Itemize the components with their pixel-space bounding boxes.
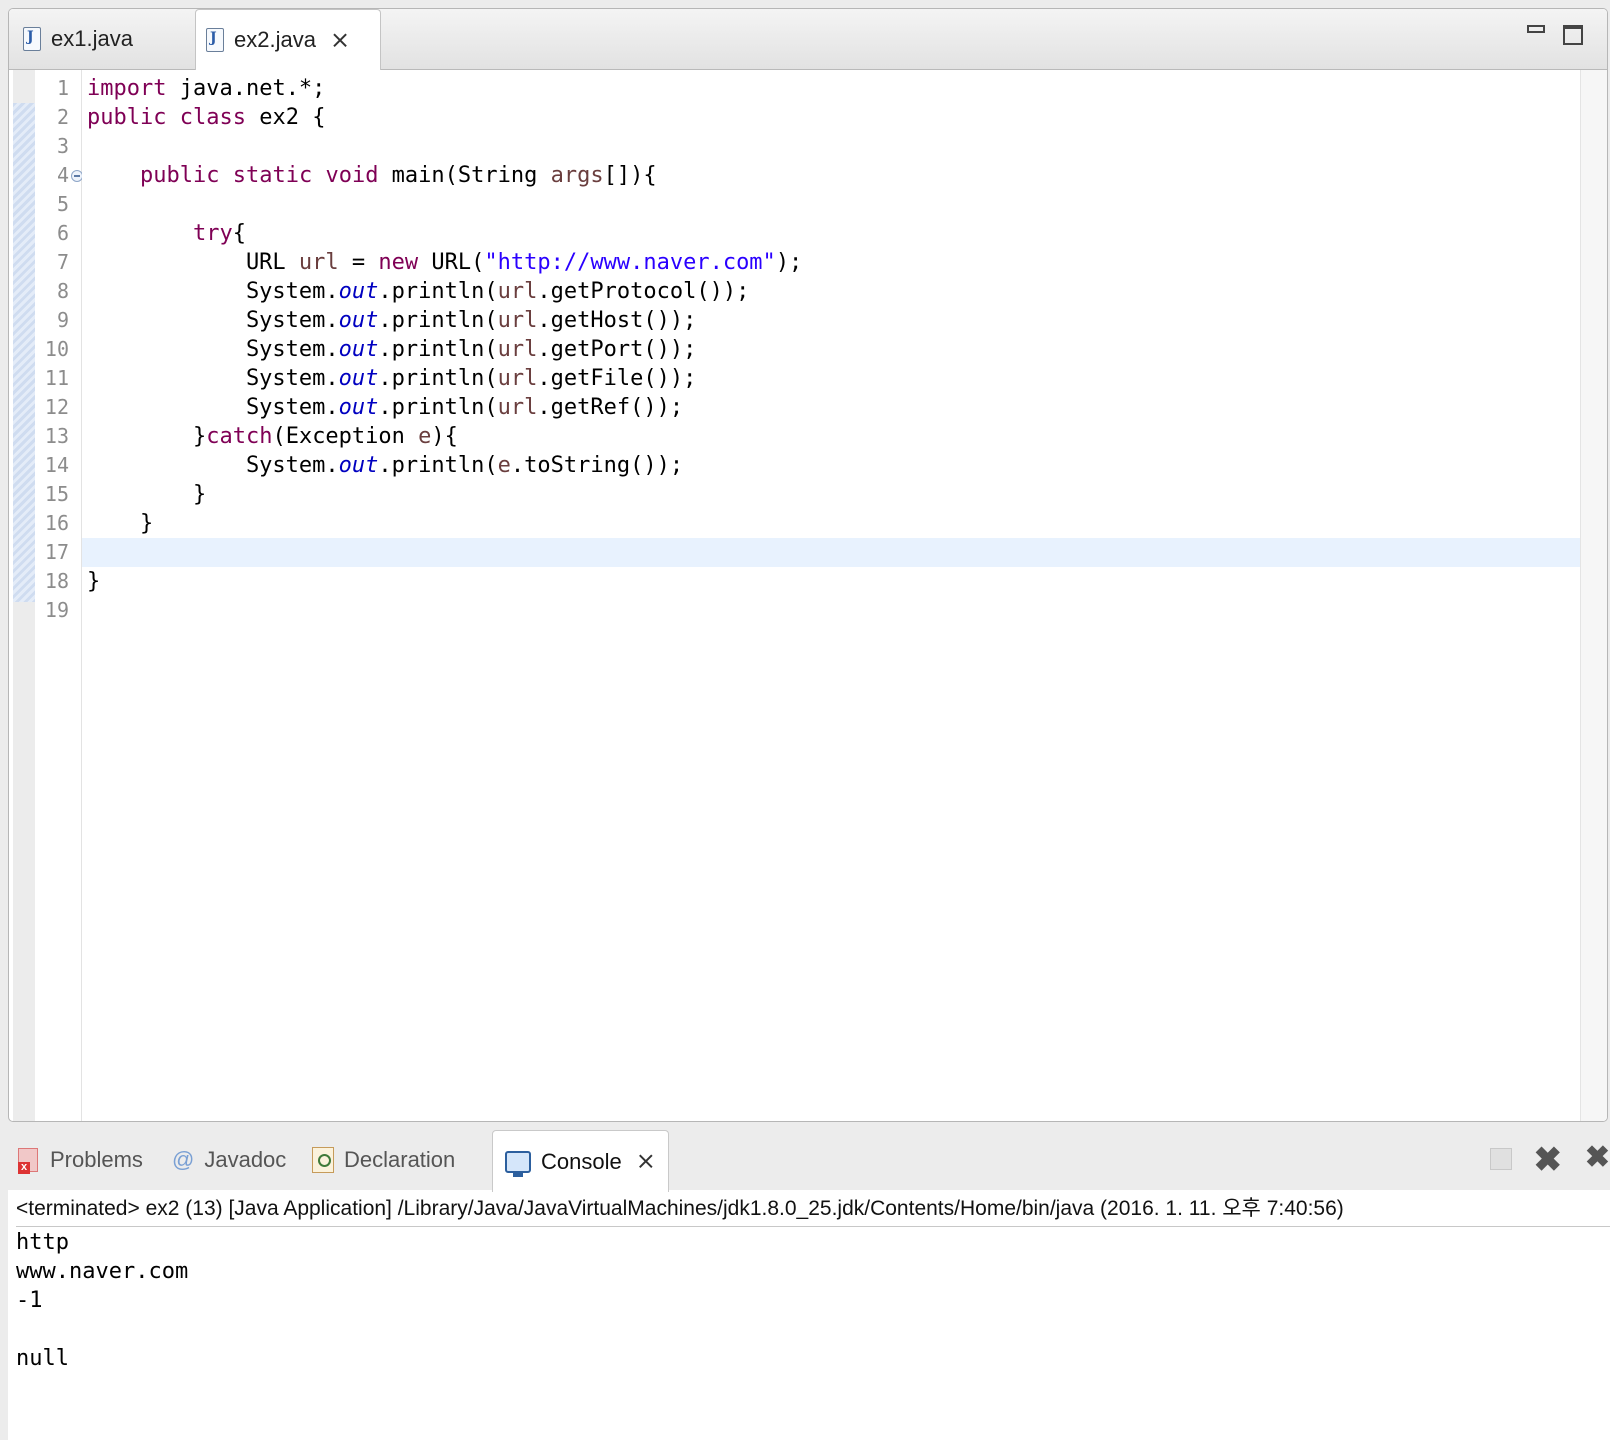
- tab-label: Javadoc: [204, 1147, 287, 1172]
- line-number: 17: [44, 540, 69, 564]
- code-line: System.out.println(url.getProtocol());: [87, 279, 750, 304]
- change-marker: [13, 103, 35, 602]
- console-tab-bar: Problems @ Javadoc Declaration Console ⨯…: [8, 1130, 1610, 1192]
- tab-label: ex1.java: [51, 26, 133, 51]
- tab-ex2-java[interactable]: ex2.java ⨯: [195, 9, 381, 70]
- console-pane: Problems @ Javadoc Declaration Console ⨯…: [8, 1130, 1610, 1440]
- console-output[interactable]: http www.naver.com -1 null: [16, 1228, 1610, 1373]
- code-line: }: [87, 569, 101, 594]
- close-icon[interactable]: ⨯: [636, 1147, 656, 1176]
- code-line: import java.net.*;: [87, 76, 326, 101]
- quick-diff-ruler: [13, 70, 35, 1121]
- code-line: System.out.println(url.getFile());: [87, 366, 697, 391]
- tab-problems[interactable]: Problems: [16, 1130, 143, 1190]
- line-number: 12: [44, 395, 69, 419]
- code-line: public class ex2 {: [87, 105, 326, 130]
- code-line: System.out.println(url.getHost());: [87, 308, 697, 333]
- code-line: System.out.println(url.getPort());: [87, 337, 697, 362]
- problems-icon: [16, 1146, 40, 1174]
- line-number: 8: [56, 279, 69, 303]
- declaration-icon: [312, 1147, 334, 1173]
- line-number: 13: [44, 424, 69, 448]
- line-number: 1: [56, 76, 69, 100]
- maximize-button[interactable]: [1563, 25, 1583, 45]
- code-line: }catch(Exception e){: [87, 424, 458, 449]
- code-line: System.out.println(url.getRef());: [87, 395, 684, 420]
- current-line-highlight: [82, 538, 1581, 567]
- tab-console[interactable]: Console ⨯: [492, 1130, 669, 1192]
- javadoc-icon: @: [172, 1147, 195, 1172]
- tab-label: Console: [541, 1148, 622, 1174]
- console-output-line: -1: [16, 1288, 43, 1313]
- line-number: 11: [44, 366, 69, 390]
- clear-console-icon[interactable]: [1490, 1148, 1512, 1170]
- console-output-line: http: [16, 1230, 69, 1255]
- line-number: 2: [56, 105, 69, 129]
- line-number: 4: [56, 163, 69, 187]
- java-file-icon: [206, 28, 224, 52]
- line-number: 14: [44, 453, 69, 477]
- minimize-button[interactable]: [1527, 25, 1545, 33]
- code-line: System.out.println(e.toString());: [87, 453, 684, 478]
- editor-tab-bar: ex1.java ex2.java ⨯: [9, 9, 1607, 70]
- code-line: public static void main(String args[]){: [139, 163, 657, 188]
- line-number: 15: [44, 482, 69, 506]
- line-number: 7: [56, 250, 69, 274]
- line-number: 5: [56, 192, 69, 216]
- console-process-label: <terminated> ex2 (13) [Java Application]…: [16, 1192, 1610, 1227]
- code-editor[interactable]: import java.net.*; public class ex2 { pub…: [82, 70, 1581, 1121]
- code-line: try{: [192, 221, 246, 246]
- line-number: 16: [44, 511, 69, 535]
- editor-pane: ex1.java ex2.java ⨯ 12345678910111213141…: [8, 8, 1608, 1122]
- line-number-gutter: 1 2 3 4 5 6 7 8 9 10 11 12 13 14 15 16 17 18 19: [35, 70, 83, 1121]
- tab-label: ex2.java: [234, 27, 316, 52]
- tab-label: Declaration: [344, 1147, 456, 1172]
- remove-launch-icon[interactable]: ✖: [1534, 1140, 1563, 1180]
- editor-body: 1 2 3 4 5 6 7 8 9 10 11 12 13 14 15 16 17 18 19 import jav…: [9, 70, 1607, 1121]
- console-output-line: www.naver.com: [16, 1259, 189, 1284]
- remove-all-launches-icon[interactable]: ✖: [1585, 1140, 1610, 1175]
- line-number: 18: [44, 569, 69, 593]
- tab-ex1-java[interactable]: ex1.java: [9, 9, 193, 69]
- tab-declaration[interactable]: Declaration: [312, 1130, 455, 1190]
- java-file-icon: [23, 27, 41, 51]
- line-number: 19: [44, 598, 69, 622]
- line-number: 9: [56, 308, 69, 332]
- console-output-line: null: [16, 1346, 69, 1371]
- overview-ruler[interactable]: [1580, 70, 1607, 1121]
- line-number: 10: [44, 337, 69, 361]
- close-icon[interactable]: ⨯: [330, 26, 350, 55]
- line-number: 3: [56, 134, 69, 158]
- code-line: }: [87, 511, 154, 536]
- code-line: URL url = new URL("http://www.naver.com"…: [87, 250, 803, 275]
- tab-javadoc[interactable]: @ Javadoc: [172, 1130, 286, 1190]
- tab-label: Problems: [50, 1147, 143, 1172]
- console-icon: [505, 1150, 531, 1177]
- code-line: }: [87, 482, 207, 507]
- line-number: 6: [56, 221, 69, 245]
